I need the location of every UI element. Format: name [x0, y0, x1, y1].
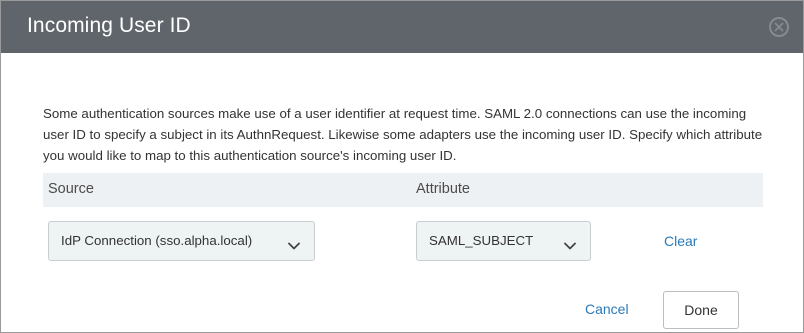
clear-link[interactable]: Clear	[664, 233, 697, 249]
dialog-description: Some authentication sources make use of …	[43, 106, 763, 163]
done-button[interactable]: Done	[663, 291, 739, 329]
attribute-select-value: SAML_SUBJECT	[429, 233, 534, 248]
chevron-down-icon	[564, 237, 576, 255]
dialog-header: Incoming User ID	[1, 1, 803, 53]
incoming-user-id-dialog: Incoming User ID Some authentication sou…	[0, 0, 804, 333]
mapping-table-header: Source Attribute	[43, 173, 763, 207]
column-header-source: Source	[48, 181, 94, 197]
attribute-select[interactable]: SAML_SUBJECT	[416, 221, 591, 261]
source-select-value: IdP Connection (sso.alpha.local)	[61, 233, 253, 248]
cancel-link[interactable]: Cancel	[585, 301, 629, 317]
dialog-title: Incoming User ID	[27, 14, 191, 37]
chevron-down-icon	[288, 237, 300, 255]
column-header-attribute: Attribute	[416, 181, 470, 197]
source-select[interactable]: IdP Connection (sso.alpha.local)	[48, 221, 315, 261]
close-icon[interactable]	[769, 17, 789, 37]
close-x-glyph	[774, 22, 784, 32]
done-button-label: Done	[684, 302, 718, 318]
